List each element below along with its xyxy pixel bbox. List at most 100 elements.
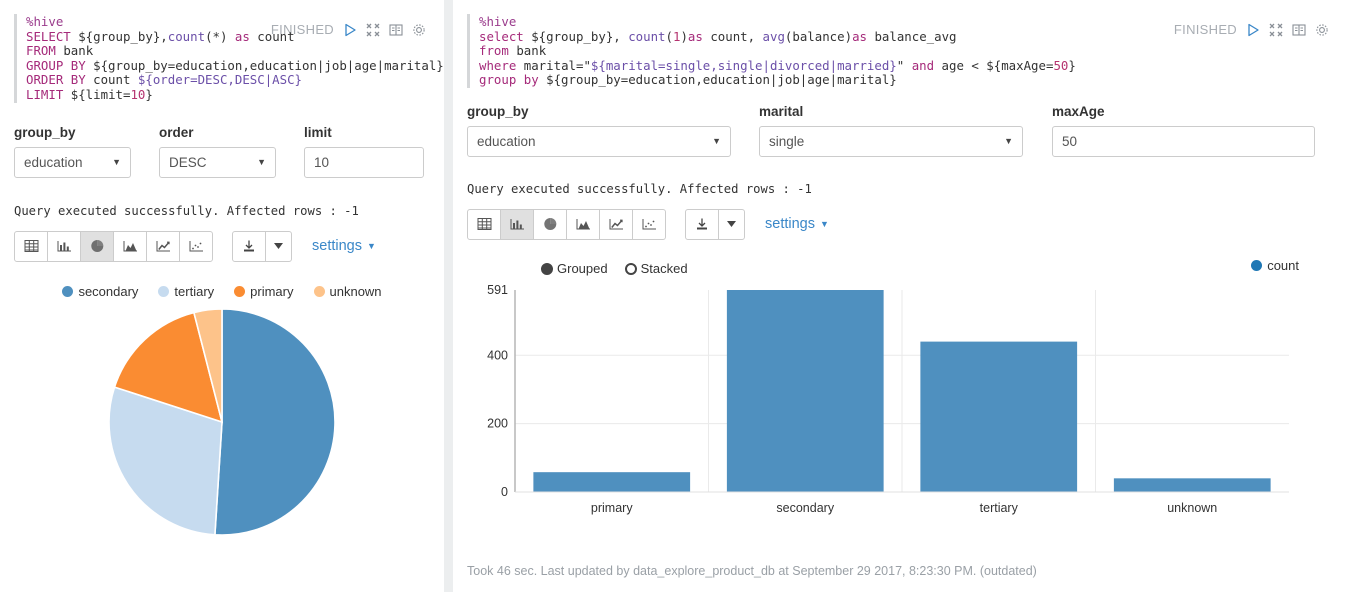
bar-chart-header: Grouped Stacked count: [453, 258, 1347, 280]
legend-item-tertiary[interactable]: tertiary: [158, 284, 214, 299]
paragraph-left: FINISHED %hive SELECT ${group_by},count(…: [0, 0, 444, 592]
chevron-down-icon: ▼: [712, 136, 721, 147]
select-group-by[interactable]: education ▼: [14, 146, 131, 178]
y-tick-label: 591: [487, 283, 508, 297]
chevron-down-icon: ▼: [112, 157, 121, 168]
label-limit: limit: [304, 124, 332, 140]
download-icon[interactable]: [232, 230, 266, 262]
legend-label: count: [1267, 257, 1299, 273]
bar-secondary[interactable]: [726, 289, 884, 492]
y-tick-label: 0: [501, 485, 508, 499]
legend-color-dot: [1251, 259, 1263, 271]
legend-color-dot: [62, 285, 74, 297]
form-field-limit: limit: [304, 125, 424, 178]
chevron-down-icon: ▼: [1004, 136, 1013, 147]
bar-mode-grouped[interactable]: Grouped: [541, 261, 608, 276]
label-max-age: maxAge: [1052, 103, 1105, 119]
paragraph-footer: Took 46 sec. Last updated by data_explor…: [467, 564, 1037, 578]
viz-toolbar-right: settings ▼: [453, 208, 1347, 240]
y-tick-label: 200: [487, 417, 508, 431]
chevron-down-icon: ▼: [257, 157, 266, 168]
legend-item-unknown[interactable]: unknown: [313, 283, 382, 299]
area-chart-icon[interactable]: [113, 230, 147, 262]
legend-label: primary: [250, 283, 294, 299]
pie-chart-icon[interactable]: [533, 208, 567, 240]
pie-slice-secondary[interactable]: [214, 307, 336, 536]
sql-code-right[interactable]: %hive select ${group_by}, count(1)as coun…: [479, 14, 1333, 88]
pie-chart: [0, 307, 444, 537]
settings-link-left[interactable]: settings ▼: [312, 238, 376, 254]
settings-link-right[interactable]: settings ▼: [765, 216, 829, 232]
y-tick-label: 400: [487, 348, 508, 362]
download-dropdown-caret-icon[interactable]: [265, 230, 292, 262]
bar-tertiary[interactable]: [920, 341, 1078, 492]
bar-mode-stacked[interactable]: Stacked: [624, 261, 688, 277]
table-icon[interactable]: [467, 208, 501, 240]
result-message-right: Query executed successfully. Affected ro…: [467, 181, 812, 196]
form-field-order: order DESC ▼: [159, 125, 304, 178]
input-limit[interactable]: [304, 146, 424, 178]
select-order-value: DESC: [169, 154, 207, 170]
editor-gutter: [14, 14, 17, 103]
sql-code-left[interactable]: %hive SELECT ${group_by},count(*) as coun…: [26, 14, 444, 103]
legend-item-secondary[interactable]: secondary: [62, 284, 138, 299]
bar-chart-icon[interactable]: [500, 208, 534, 240]
pie-chart-legend: secondary tertiary primary unknown: [0, 284, 444, 299]
label-group-by: group_by: [467, 103, 529, 119]
line-chart-icon[interactable]: [146, 230, 180, 262]
form-field-marital: marital single ▼: [759, 104, 1052, 157]
select-order[interactable]: DESC ▼: [159, 146, 276, 178]
legend-color-dot: [234, 285, 246, 297]
legend-label: secondary: [78, 283, 139, 299]
scatter-chart-icon[interactable]: [179, 230, 213, 262]
notebook-workspace: FINISHED %hive SELECT ${group_by},count(…: [0, 0, 1347, 592]
download-dropdown-caret-icon[interactable]: [718, 208, 745, 240]
x-tick-label: primary: [591, 501, 633, 515]
label-marital: marital: [759, 103, 804, 119]
bar-chart: 0 200 400 591 primary secondary tertiary unknow…: [453, 280, 1347, 535]
chart-type-buttons-left: [14, 230, 213, 262]
form-field-max-age: maxAge: [1052, 104, 1315, 157]
viz-toolbar-left: settings ▼: [0, 230, 444, 262]
x-tick-label: secondary: [776, 501, 834, 515]
form-field-group-by: group_by education ▼: [467, 104, 759, 157]
line-chart-icon[interactable]: [599, 208, 633, 240]
form-field-group-by: group_by education ▼: [14, 125, 159, 178]
legend-label: unknown: [329, 283, 382, 299]
select-group-by-value: education: [477, 133, 536, 149]
code-editor-right[interactable]: %hive select ${group_by}, count(1)as coun…: [453, 0, 1347, 88]
legend-item-primary[interactable]: primary: [234, 283, 294, 299]
area-chart-icon[interactable]: [566, 208, 600, 240]
bar-chart-icon[interactable]: [47, 230, 81, 262]
radio-label: Stacked: [640, 261, 688, 277]
radio-indicator: [541, 262, 553, 275]
x-tick-label: unknown: [1167, 501, 1217, 515]
input-max-age[interactable]: [1052, 125, 1315, 157]
bar-mode-radio-group: Grouped Stacked: [541, 261, 688, 276]
pie-chart-icon[interactable]: [80, 230, 114, 262]
code-editor-left[interactable]: %hive SELECT ${group_by},count(*) as coun…: [0, 0, 444, 103]
settings-label-right: settings: [765, 216, 815, 233]
select-marital[interactable]: single ▼: [759, 125, 1023, 157]
label-order: order: [159, 124, 194, 140]
legend-color-dot: [313, 285, 325, 297]
table-icon[interactable]: [14, 230, 48, 262]
download-group-right: [685, 208, 745, 240]
bar-chart-legend: count: [1251, 258, 1299, 273]
select-group-by-value: education: [24, 154, 83, 170]
radio-label: Grouped: [557, 261, 608, 277]
download-group-left: [232, 230, 292, 262]
legend-label: tertiary: [174, 283, 215, 299]
bar-chart-svg: 0 200 400 591 primary secondary tertiary unknow…: [487, 283, 1289, 515]
bar-primary[interactable]: [533, 472, 691, 492]
chevron-down-icon: ▼: [366, 241, 376, 252]
result-message-left: Query executed successfully. Affected ro…: [14, 203, 359, 218]
select-group-by[interactable]: education ▼: [467, 125, 731, 157]
legend-color-dot: [158, 285, 170, 297]
scatter-chart-icon[interactable]: [632, 208, 666, 240]
chart-type-buttons-right: [467, 208, 666, 240]
legend-item-count[interactable]: count: [1251, 258, 1299, 273]
editor-gutter: [467, 14, 470, 88]
bar-unknown[interactable]: [1113, 478, 1271, 492]
download-icon[interactable]: [685, 208, 719, 240]
